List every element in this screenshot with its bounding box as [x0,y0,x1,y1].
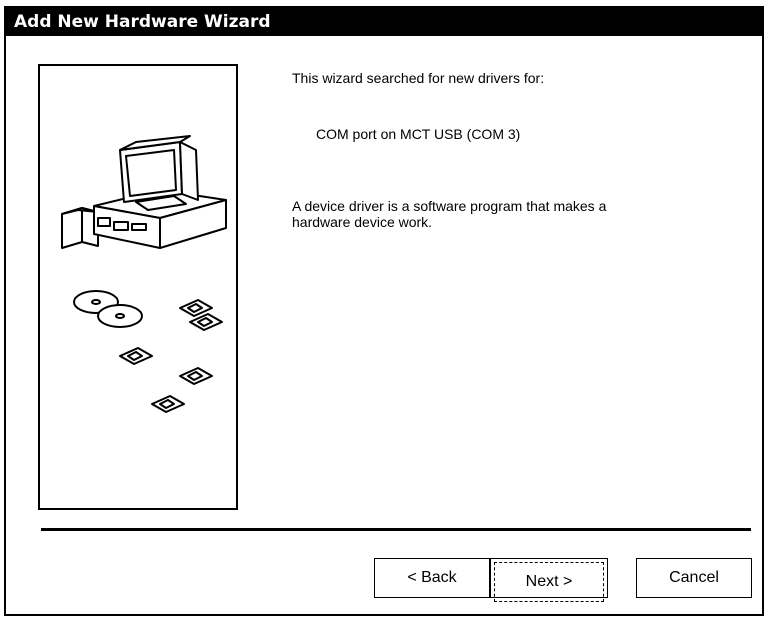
wizard-illustration-panel [38,64,238,510]
cancel-button[interactable]: Cancel [636,558,752,598]
title-bar: Add New Hardware Wizard [6,8,762,36]
cancel-button-label: Cancel [669,569,719,586]
computer-and-disks-illustration-icon [61,135,227,413]
back-button[interactable]: < Back [374,558,490,598]
driver-description-line-1: A device driver is a software program th… [292,198,607,214]
divider [41,528,751,531]
driver-description: A device driver is a software program th… [292,198,732,230]
next-button[interactable]: Next > [490,558,608,602]
window-title: Add New Hardware Wizard [14,12,271,32]
wizard-window: Add New Hardware Wizard This wizard sear… [4,6,764,616]
back-button-label: < Back [407,569,457,586]
next-button-label: Next > [494,562,604,602]
search-description: This wizard searched for new drivers for… [292,70,545,86]
driver-description-line-2: hardware device work. [292,214,433,230]
device-name: COM port on MCT USB (COM 3) [316,126,521,142]
